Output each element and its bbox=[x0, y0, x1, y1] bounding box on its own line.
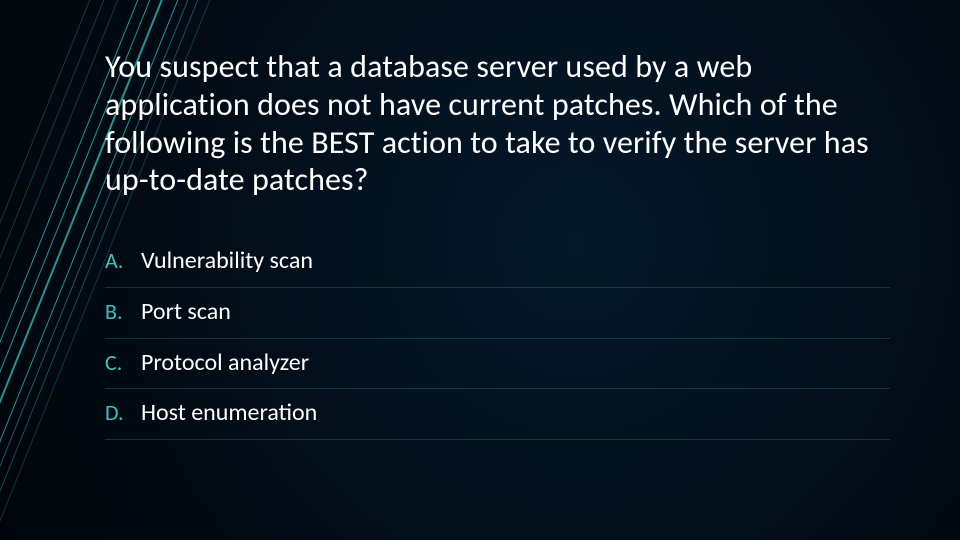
answer-text: Vulnerability scan bbox=[141, 247, 313, 276]
answer-text: Port scan bbox=[141, 298, 231, 327]
slide: You suspect that a database server used … bbox=[0, 0, 960, 540]
question-text: You suspect that a database server used … bbox=[105, 48, 890, 199]
answer-letter: B. bbox=[105, 299, 141, 325]
answer-text: Host enumeration bbox=[141, 399, 317, 428]
answer-list: A. Vulnerability scan B. Port scan C. Pr… bbox=[105, 237, 890, 440]
answer-letter: C. bbox=[105, 350, 141, 376]
answer-option-d: D. Host enumeration bbox=[105, 389, 890, 440]
answer-letter: A. bbox=[105, 248, 141, 274]
answer-option-c: C. Protocol analyzer bbox=[105, 339, 890, 390]
answer-option-b: B. Port scan bbox=[105, 288, 890, 339]
answer-text: Protocol analyzer bbox=[141, 349, 309, 378]
answer-letter: D. bbox=[105, 400, 141, 426]
answer-option-a: A. Vulnerability scan bbox=[105, 237, 890, 288]
content-area: You suspect that a database server used … bbox=[105, 48, 890, 440]
